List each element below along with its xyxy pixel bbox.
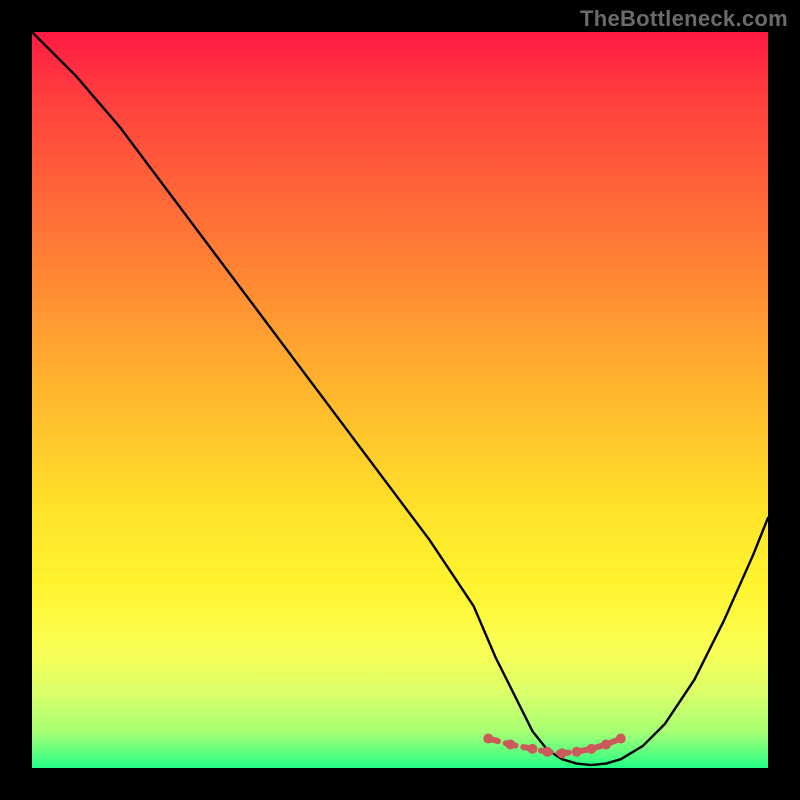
- chart-frame: TheBottleneck.com: [0, 0, 800, 800]
- optimal-marker: [527, 744, 537, 754]
- optimal-marker: [601, 739, 611, 749]
- optimal-marker: [505, 739, 515, 749]
- curve-svg: [32, 32, 768, 768]
- optimal-marker: [557, 748, 567, 758]
- optimal-marker: [586, 744, 596, 754]
- watermark-text: TheBottleneck.com: [580, 6, 788, 32]
- plot-area: [32, 32, 768, 768]
- optimal-marker: [616, 734, 626, 744]
- bottleneck-curve: [32, 32, 768, 765]
- optimal-marker: [572, 747, 582, 757]
- optimal-marker: [542, 747, 552, 757]
- optimal-marker: [483, 734, 493, 744]
